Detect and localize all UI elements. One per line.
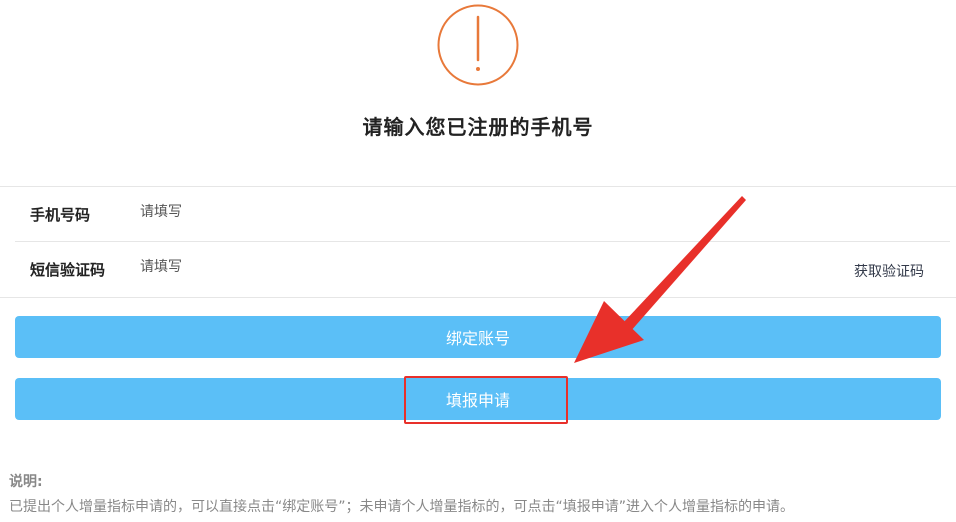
header-section: 请输入您已注册的手机号 [0,0,956,186]
note-title: 说明: [9,474,43,490]
bind-account-button[interactable]: 绑定账号 [15,316,941,358]
page-title: 请输入您已注册的手机号 [362,115,594,139]
note-text: 已提出个人增量指标申请的，可以直接点击“绑定账号”；未申请个人增量指标的，可点击… [9,499,795,515]
phone-row: 手机号码 [0,187,956,241]
login-form: 手机号码 短信验证码 获取验证码 [0,186,956,298]
phone-label: 手机号码 [30,206,91,224]
sms-code-input[interactable] [140,255,640,279]
phone-input[interactable] [140,200,640,224]
sms-code-label: 短信验证码 [30,261,106,279]
get-code-button[interactable]: 获取验证码 [854,261,924,281]
exclamation-circle-icon [437,4,519,86]
page: 请输入您已注册的手机号 手机号码 短信验证码 获取验证码 绑定账号 填报申请 说… [0,0,956,522]
apply-button[interactable]: 填报申请 [15,378,941,420]
row-divider [15,241,950,242]
